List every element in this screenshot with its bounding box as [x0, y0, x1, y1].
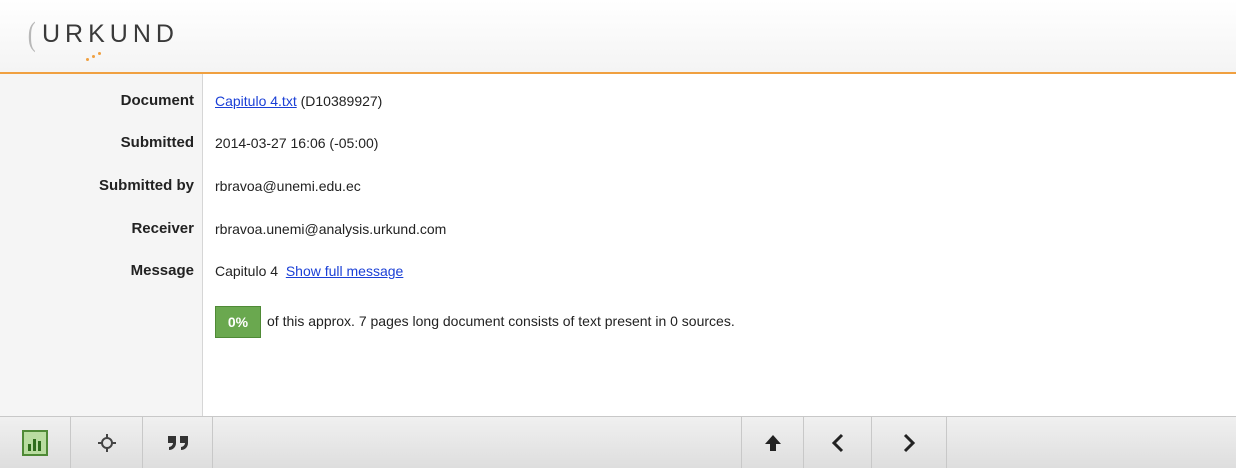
submitted-value: 2014-03-27 16:06 (-05:00)	[215, 135, 379, 151]
document-label: Document	[120, 92, 194, 109]
message-row: Message Capitulo 4 Show full message	[0, 256, 1236, 286]
message-value: Capitulo 4 Show full message	[215, 263, 403, 279]
document-id: (D10389927)	[300, 93, 383, 109]
urkund-logo: ( URKUND	[26, 16, 226, 62]
header-bar: ( URKUND	[0, 0, 1236, 74]
crosshair-icon	[97, 433, 117, 453]
document-row: Document Capitulo 4.txt (D10389927)	[0, 86, 1236, 116]
receiver-label: Receiver	[131, 220, 194, 237]
crosshair-button[interactable]	[71, 417, 143, 468]
submitted-row: Submitted 2014-03-27 16:06 (-05:00)	[0, 128, 1236, 158]
chart-button[interactable]	[0, 417, 71, 468]
document-link[interactable]: Capitulo 4.txt	[215, 93, 297, 109]
next-button[interactable]	[872, 417, 947, 468]
message-text: Capitulo 4	[215, 263, 279, 279]
receiver-value: rbravoa.unemi@analysis.urkund.com	[215, 221, 447, 237]
previous-button[interactable]	[804, 417, 872, 468]
submitted-label: Submitted	[120, 134, 194, 151]
chevron-right-icon	[902, 433, 916, 453]
scroll-top-button[interactable]	[742, 417, 804, 468]
chevron-left-icon	[831, 433, 845, 453]
submitted-by-row: Submitted by rbravoa@unemi.edu.ec	[0, 171, 1236, 201]
quote-icon	[167, 434, 189, 452]
label-column	[0, 74, 203, 416]
logo-swoosh: (	[27, 16, 36, 53]
bottom-toolbar	[0, 416, 1236, 468]
similarity-summary: of this approx. 7 pages long document co…	[267, 313, 735, 329]
chart-icon	[22, 429, 48, 456]
logo-dots	[86, 50, 116, 62]
receiver-row: Receiver rbravoa.unemi@analysis.urkund.c…	[0, 214, 1236, 244]
submitted-by-label: Submitted by	[98, 177, 194, 194]
logo-text: URKUND	[42, 20, 179, 48]
show-full-message-link[interactable]: Show full message	[286, 263, 404, 279]
message-label: Message	[130, 262, 194, 279]
submitted-by-value: rbravoa@unemi.edu.ec	[215, 178, 361, 194]
similarity-badge: 0%	[215, 306, 261, 338]
document-value: Capitulo 4.txt (D10389927)	[215, 93, 382, 109]
arrow-up-icon	[764, 434, 782, 452]
quote-button[interactable]	[143, 417, 213, 468]
